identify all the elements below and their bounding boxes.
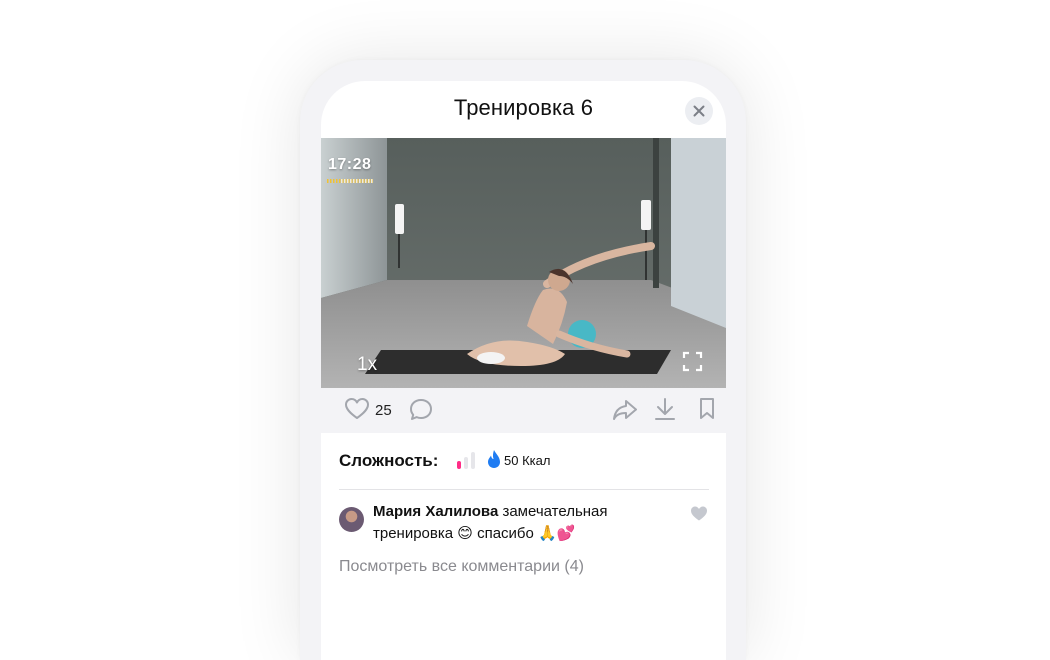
avatar[interactable]	[339, 507, 364, 532]
video-player[interactable]: 17:28 1x	[321, 138, 726, 388]
close-icon	[693, 105, 705, 117]
comment-icon[interactable]	[408, 397, 434, 423]
download-icon[interactable]	[654, 397, 676, 421]
phone-frame: Тренировка 6 17:28 1x 25 Сложность: 50 К…	[300, 60, 746, 660]
close-button[interactable]	[685, 97, 713, 125]
share-icon[interactable]	[612, 399, 638, 421]
comment-author[interactable]: Мария Халилова	[373, 503, 498, 520]
view-all-comments-link[interactable]: Посмотреть все комментарии (4)	[339, 558, 584, 576]
likes-count: 25	[375, 402, 392, 419]
fullscreen-icon[interactable]	[682, 351, 703, 372]
timer-progress	[327, 179, 373, 183]
heart-icon[interactable]	[344, 397, 370, 421]
video-frame	[321, 138, 726, 388]
bookmark-icon[interactable]	[698, 397, 716, 421]
header: Тренировка 6	[321, 81, 726, 139]
comment-body: Мария Халилова замечательная тренировка …	[373, 501, 673, 545]
difficulty-bar-1	[457, 461, 461, 469]
timer: 17:28	[328, 156, 372, 173]
speed-button[interactable]: 1x	[357, 354, 377, 376]
calories: 50 Ккал	[504, 453, 551, 468]
action-bar: 25	[321, 388, 726, 433]
difficulty-label: Сложность:	[339, 451, 439, 470]
difficulty-bars	[457, 452, 475, 469]
difficulty-bar-2	[464, 457, 468, 469]
page-title: Тренировка 6	[453, 95, 594, 120]
divider	[339, 489, 709, 490]
difficulty-bar-3	[471, 452, 475, 469]
workout-screen: Тренировка 6 17:28 1x 25 Сложность: 50 К…	[321, 81, 726, 660]
flame-icon	[488, 450, 500, 468]
comment-like-icon[interactable]	[690, 505, 708, 522]
